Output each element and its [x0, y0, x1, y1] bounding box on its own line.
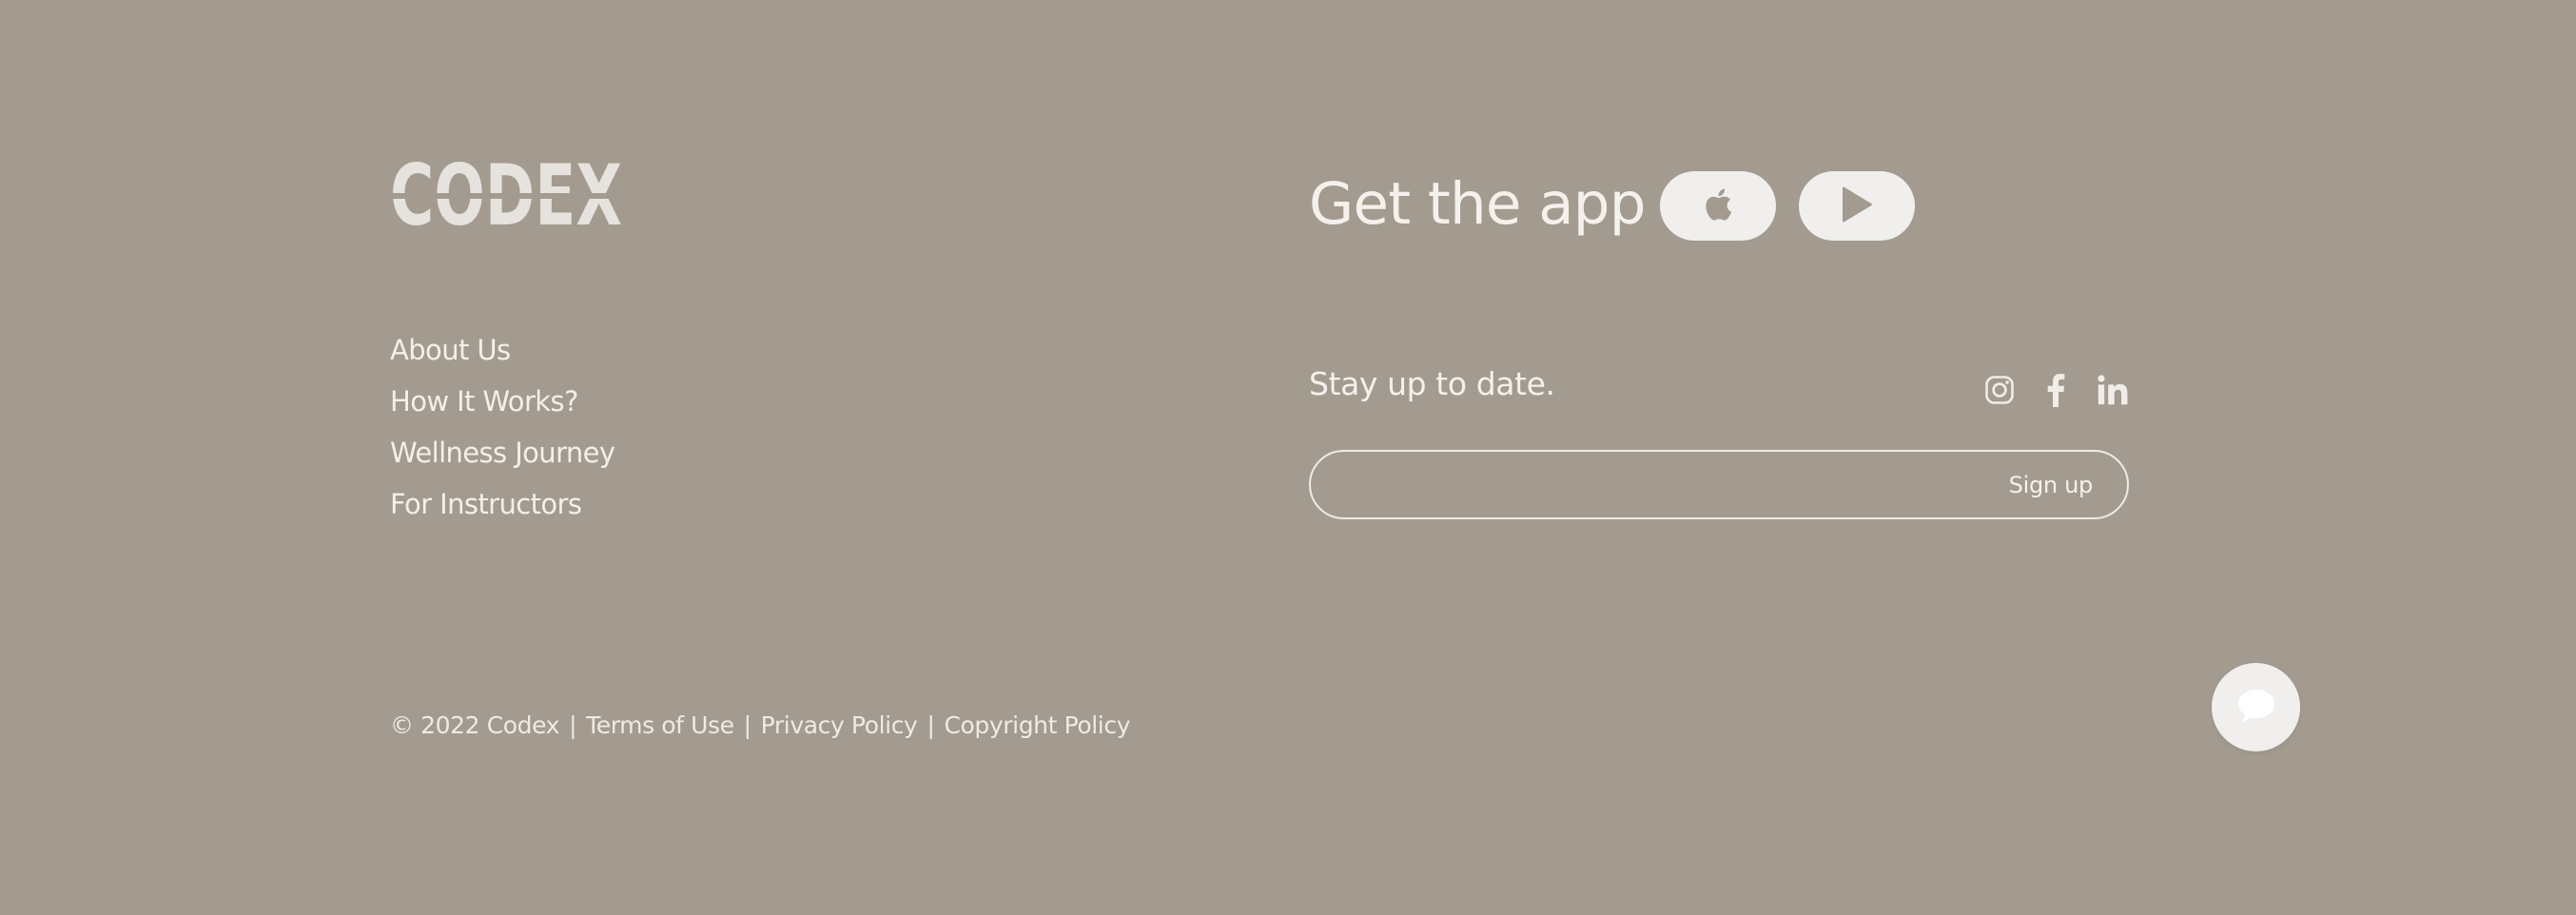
- chat-widget-button[interactable]: [2212, 663, 2300, 751]
- legal-separator: |: [927, 711, 935, 739]
- google-play-button[interactable]: [1799, 171, 1915, 241]
- footer-nav: About Us How It Works? Wellness Journey …: [390, 335, 615, 520]
- facebook-icon: [2045, 373, 2066, 411]
- facebook-link[interactable]: [2039, 373, 2073, 411]
- newsletter-form: Sign up: [1309, 450, 2129, 519]
- privacy-policy-link[interactable]: Privacy Policy: [761, 711, 918, 741]
- legal-separator: |: [569, 711, 577, 739]
- get-app-heading: Get the app: [1309, 170, 1646, 238]
- copyright-policy-link[interactable]: Copyright Policy: [944, 711, 1130, 741]
- play-icon: [1841, 186, 1873, 226]
- nav-link-how-it-works[interactable]: How It Works?: [390, 386, 615, 418]
- legal-bar: © 2022 Codex | Terms of Use | Privacy Po…: [390, 711, 1130, 741]
- legal-separator: |: [743, 711, 751, 739]
- codex-logo[interactable]: CODEX: [390, 160, 624, 230]
- newsletter-heading: Stay up to date.: [1309, 365, 1555, 402]
- linkedin-link[interactable]: [2096, 375, 2130, 409]
- site-footer: CODEX About Us How It Works? Wellness Jo…: [0, 0, 2576, 915]
- chat-bubble-icon: [2235, 687, 2277, 729]
- apple-icon: [1704, 187, 1732, 225]
- instagram-icon: [1984, 375, 2015, 409]
- nav-link-about-us[interactable]: About Us: [390, 335, 615, 366]
- nav-link-for-instructors[interactable]: For Instructors: [390, 489, 615, 520]
- nav-link-wellness-journey[interactable]: Wellness Journey: [390, 438, 615, 469]
- newsletter-email-input[interactable]: [1339, 452, 1971, 519]
- linkedin-icon: [2098, 375, 2128, 409]
- terms-of-use-link[interactable]: Terms of Use: [586, 711, 734, 741]
- app-store-button[interactable]: [1660, 171, 1776, 241]
- instagram-link[interactable]: [1982, 375, 2017, 409]
- copyright-text: © 2022 Codex: [390, 711, 560, 739]
- sign-up-button[interactable]: Sign up: [2009, 452, 2094, 517]
